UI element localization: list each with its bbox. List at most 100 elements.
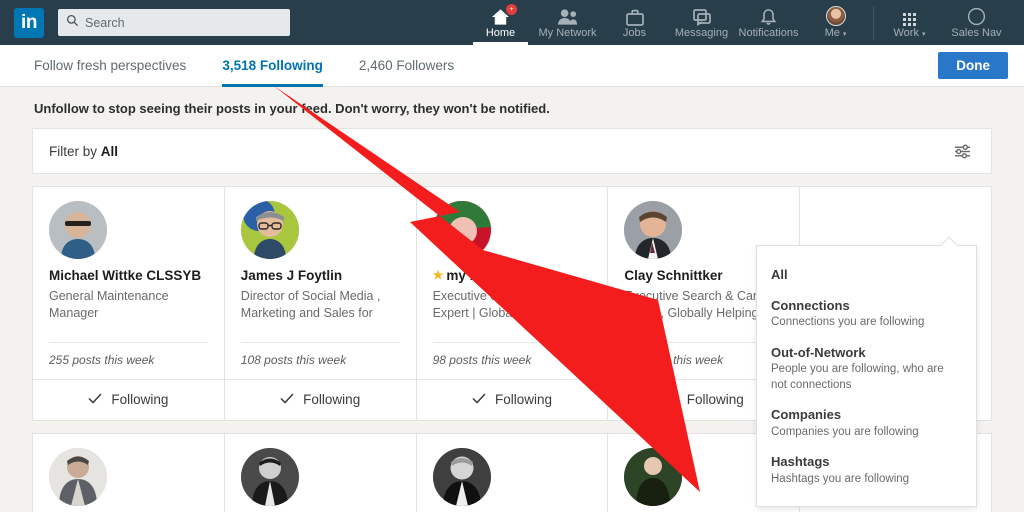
check-icon (472, 392, 486, 407)
filter-option-title: Companies (771, 407, 842, 423)
card-name: James J Foytlin (241, 268, 400, 285)
check-icon (280, 392, 294, 407)
card-name-text: my Kabell (446, 268, 511, 283)
filter-option-title: All (771, 267, 788, 282)
search-input[interactable]: Search (58, 9, 290, 36)
search-placeholder: Search (85, 15, 125, 30)
nav-item-home[interactable]: + Home (467, 0, 534, 45)
following-card[interactable]: Michael Wittke CLSSYB General Maintenanc… (33, 187, 224, 420)
nav-label-my-network: My Network (538, 27, 597, 39)
following-button-label: Following (303, 392, 361, 408)
card-spacer (49, 322, 208, 334)
following-card[interactable]: ★ my Kabell Executive Search & Career Exp… (416, 187, 608, 420)
nav-label-work-text: Work (893, 27, 919, 39)
nav-label-jobs: Jobs (622, 27, 647, 39)
card-headline: General Maintenance Manager (49, 288, 169, 321)
card-spacer (241, 324, 400, 334)
filter-option-title: Connections (771, 297, 850, 313)
following-button-label: Following (686, 392, 744, 408)
card-headline: Director of Social Media , Marketing and… (240, 288, 381, 324)
nav-label-work: Work ▾ (894, 27, 926, 39)
chevron-down-icon-me: ▾ (842, 31, 847, 38)
filter-option-all[interactable]: All (757, 260, 976, 291)
nav-item-messaging[interactable]: Messaging (668, 0, 735, 45)
nav-label-notifications: Notifications (738, 27, 799, 39)
search-icon (66, 14, 79, 32)
card-post-count: 98 posts this week (432, 341, 592, 379)
filter-option-subtitle: People you are following, who are not co… (771, 363, 944, 391)
nav-label-me-text: Me (824, 27, 840, 39)
card-name-text: James J Foytlin (240, 268, 343, 283)
following-button-label: Following (111, 392, 169, 408)
compass-icon (967, 6, 986, 26)
nav-label-sales-nav: Sales Nav (951, 27, 1002, 39)
filter-option-hashtags[interactable]: Hashtags Hashtags you are following (757, 447, 976, 494)
avatar (49, 201, 107, 259)
filter-option-subtitle: Companies you are following (771, 425, 919, 438)
sliders-icon[interactable] (949, 138, 975, 164)
avatar (432, 201, 491, 259)
nav-item-notifications[interactable]: Notifications (735, 0, 802, 45)
filter-option-companies[interactable]: Companies Companies you are following (757, 400, 976, 447)
nav-label-me: Me ▾ (825, 27, 847, 39)
done-button[interactable]: Done (938, 52, 1008, 79)
linkedin-logo[interactable]: in (14, 7, 44, 38)
filter-label: Filter by All (49, 144, 118, 159)
following-button[interactable]: Following (224, 378, 416, 420)
bell-icon (760, 6, 777, 26)
nav-items-group: + Home My Network Jobs Messaging Notific… (467, 0, 1010, 45)
grid-dots-icon (903, 6, 916, 26)
nav-item-jobs[interactable]: Jobs (601, 0, 668, 45)
following-button-label: Following (494, 392, 552, 408)
top-navigation-bar: in Search + Home My Network Jobs Messagi… (0, 0, 1024, 45)
nav-label-messaging: Messaging (674, 27, 729, 39)
card-post-count: 255 posts this week (49, 341, 208, 379)
filter-option-title: Out-of-Network (771, 344, 866, 360)
card-name-text: Clay Schnittker (624, 268, 723, 283)
following-card[interactable]: Bruce Copeland Director, Business Develo… (416, 433, 608, 512)
filter-label-value: All (100, 143, 119, 159)
sub-navigation-tabs: Follow fresh perspectives 3,518 Followin… (0, 45, 1024, 87)
nav-item-me[interactable]: Me ▾ (802, 0, 869, 45)
filter-bar: Filter by All (32, 128, 992, 174)
card-name: ★ my Kabell (433, 268, 592, 285)
avatar (240, 201, 299, 259)
card-headline: Executive Search & Career Expert | Globa… (432, 288, 584, 321)
avatar (624, 447, 683, 506)
nav-item-work[interactable]: Work ▾ (876, 0, 943, 45)
filter-option-subtitle: Connections you are following (771, 316, 925, 329)
filter-option-subtitle: Hashtags you are following (771, 472, 910, 485)
briefcase-icon (625, 6, 644, 26)
card-name-text: Michael Wittke CLSSYB (49, 268, 202, 283)
home-notification-badge: + (506, 4, 517, 15)
avatar (240, 447, 299, 506)
tab-follow-fresh-perspectives[interactable]: Follow fresh perspectives (34, 45, 186, 87)
following-button[interactable]: Following (33, 378, 224, 420)
card-name: Michael Wittke CLSSYB (49, 268, 208, 285)
star-icon: ★ (432, 268, 444, 282)
main-content: Unfollow to stop seeing their posts in y… (0, 87, 1024, 512)
people-icon (557, 6, 578, 26)
chevron-down-icon-work: ▾ (921, 31, 926, 38)
card-spacer (433, 322, 592, 334)
avatar-icon (825, 6, 846, 26)
card-post-count: 108 posts this week (240, 341, 400, 379)
following-button[interactable]: Following (416, 378, 608, 420)
nav-item-sales-nav[interactable]: Sales Nav (943, 0, 1010, 45)
following-card[interactable]: David Crais CMPE PMP CGBP CEO, CMG Carea… (33, 433, 224, 512)
nav-divider (873, 6, 874, 40)
following-card[interactable]: Chris Batz Placing General Counsel & Law… (224, 433, 416, 512)
check-icon (88, 392, 102, 407)
following-card[interactable]: James J Foytlin Director of Social Media… (224, 187, 416, 420)
nav-item-my-network[interactable]: My Network (534, 0, 601, 45)
avatar (432, 447, 491, 506)
filter-option-out-of-network[interactable]: Out-of-Network People you are following,… (757, 338, 976, 401)
filter-option-connections[interactable]: Connections Connections you are followin… (757, 291, 976, 338)
filter-label-prefix: Filter by (49, 143, 101, 159)
filter-dropdown-menu: All Connections Connections you are foll… (756, 236, 977, 508)
tab-followers[interactable]: 2,460 Followers (359, 45, 454, 87)
check-icon (664, 392, 678, 407)
avatar (49, 447, 107, 506)
profile-avatar (825, 6, 846, 26)
tab-following[interactable]: 3,518 Following (222, 45, 323, 87)
